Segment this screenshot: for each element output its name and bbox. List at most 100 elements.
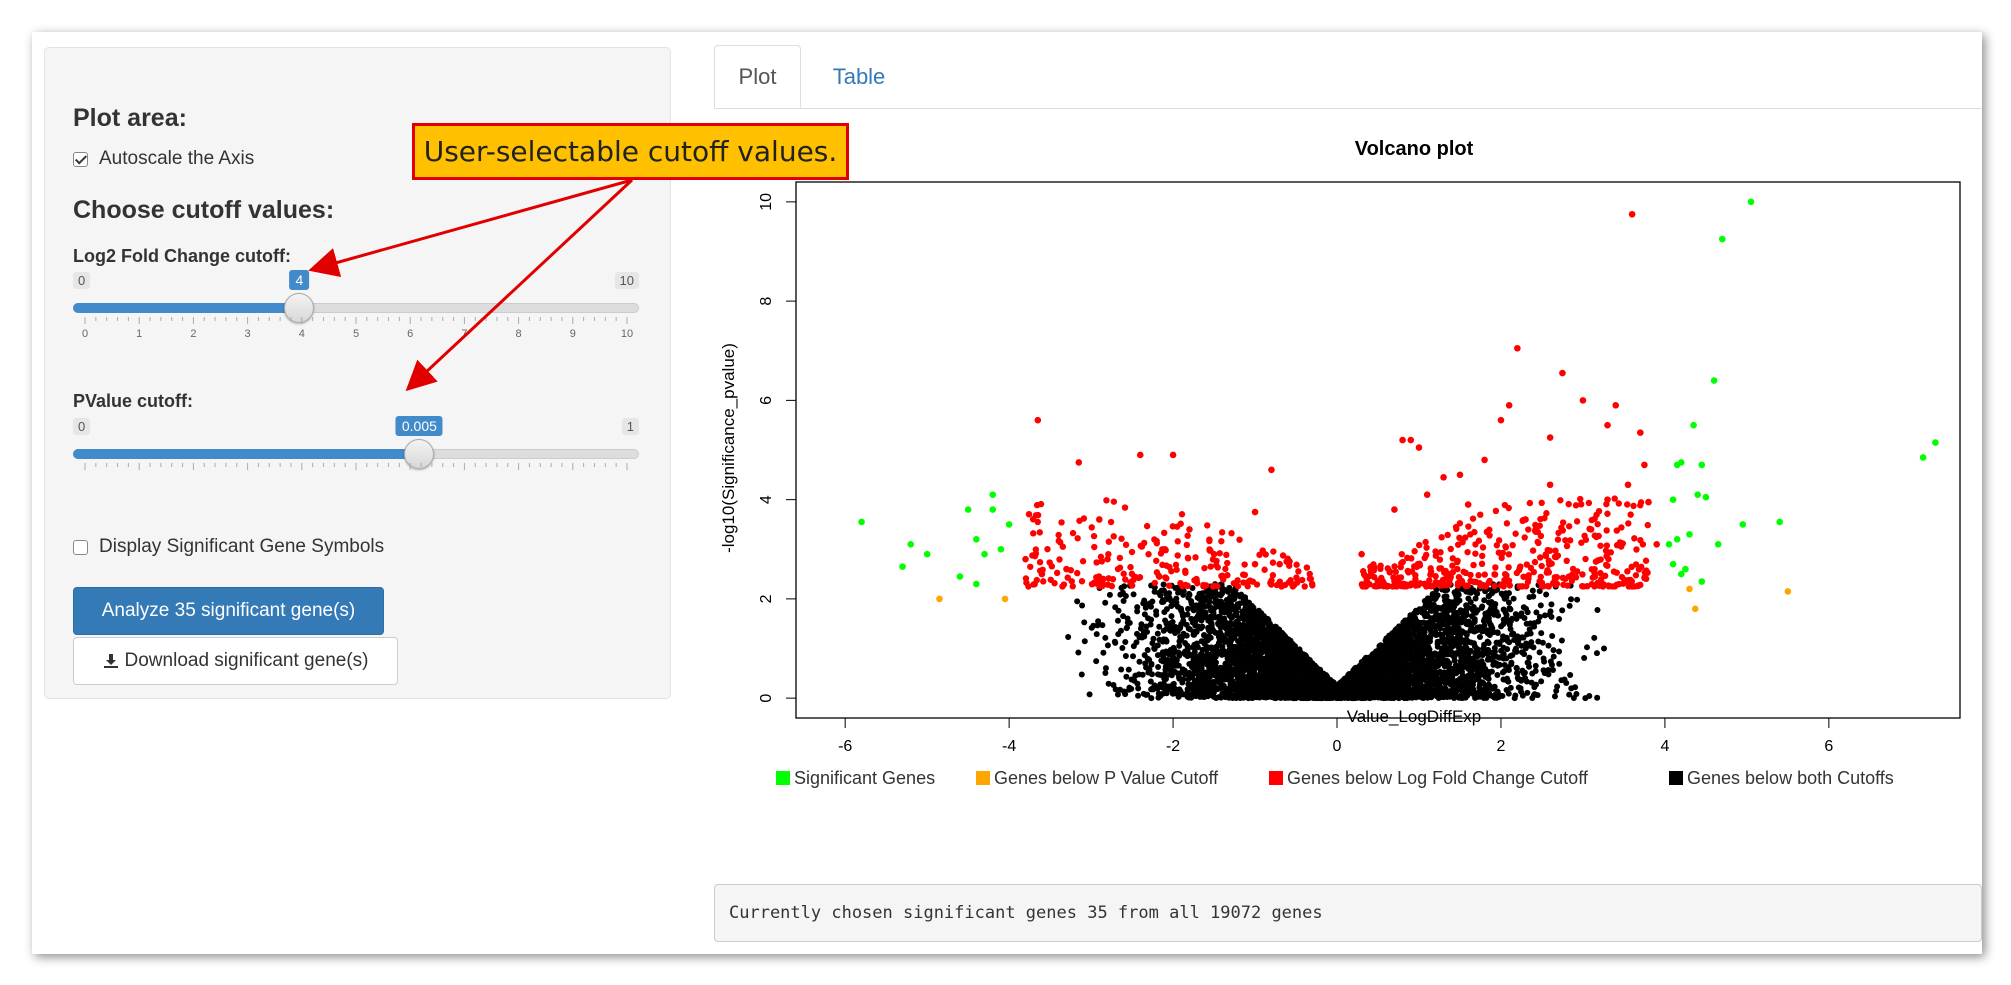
point-both-below <box>1427 597 1434 604</box>
autoscale-checkbox[interactable] <box>73 151 88 167</box>
point-both-below <box>1548 601 1555 608</box>
point-both-below <box>1594 694 1601 701</box>
point-both-below <box>1499 669 1506 676</box>
point-both-below <box>1240 694 1247 701</box>
point-both-below <box>1114 617 1121 624</box>
point-both-below <box>1586 693 1593 700</box>
point-both-below <box>1141 652 1148 659</box>
point-both-below <box>1251 666 1258 673</box>
point-both-below <box>1208 620 1215 627</box>
point-both-below <box>1542 612 1549 619</box>
point-both-below <box>1224 587 1231 594</box>
point-both-below <box>1503 687 1510 694</box>
slider-tick-label: 7 <box>461 328 467 340</box>
point-both-below <box>1550 647 1557 654</box>
point-both-below <box>1242 641 1249 648</box>
point-both-below <box>1556 660 1563 667</box>
gene-symbols-checkbox[interactable] <box>73 539 88 555</box>
logfc-value-badge: 4 <box>289 270 310 290</box>
point-both-below <box>1181 649 1188 656</box>
point-both-below <box>1438 605 1445 612</box>
point-both-below <box>1463 602 1470 609</box>
point-both-below <box>1493 639 1500 646</box>
point-both-below <box>1194 603 1201 610</box>
slider-tick-label: 0 <box>82 328 88 340</box>
point-both-below <box>1199 590 1206 597</box>
point-both-below <box>1529 670 1536 677</box>
point-both-below <box>1123 625 1130 632</box>
pvalue-value-badge: 0.005 <box>395 416 443 436</box>
plot-area-heading: Plot area: <box>73 104 187 132</box>
point-both-below <box>1591 634 1598 641</box>
slider-tick-label: 8 <box>516 328 522 340</box>
logfc-slider[interactable]: 0 10 4 0 1 2 3 4 5 6 7 8 9 10 <box>73 270 639 362</box>
point-both-below <box>1507 652 1514 659</box>
point-both-below <box>1231 612 1238 619</box>
point-both-below <box>1444 657 1451 664</box>
point-both-below <box>1556 648 1563 655</box>
point-both-below <box>1100 649 1107 656</box>
slider-tick-label: 6 <box>407 328 413 340</box>
point-both-below <box>1201 640 1208 647</box>
point-both-below <box>1465 595 1472 602</box>
point-both-below <box>1541 658 1548 665</box>
gene-symbols-checkbox-row[interactable]: Display Significant Gene Symbols <box>73 536 384 558</box>
point-both-below <box>1128 685 1135 692</box>
download-button[interactable]: Download significant gene(s) <box>73 637 398 685</box>
plot-area: -6 -4 -2 0 2 4 60246810 <box>758 181 1961 755</box>
point-both-below <box>1079 602 1086 609</box>
point-both-below <box>1151 682 1158 689</box>
pvalue-slider[interactable]: 0 1 0.005 <box>73 416 639 508</box>
point-both-below <box>1417 607 1424 614</box>
point-both-below <box>1134 680 1141 687</box>
point-both-below <box>1212 663 1219 670</box>
point-both-below <box>1461 657 1468 664</box>
point-both-below <box>1123 673 1130 680</box>
point-both-below <box>1583 644 1590 651</box>
slider-tick-label: 1 <box>136 328 142 340</box>
point-both-below <box>1088 624 1095 631</box>
point-both-below <box>1559 607 1566 614</box>
point-both-below <box>1154 630 1161 637</box>
point-both-below <box>1485 640 1492 647</box>
download-button-label: Download significant gene(s) <box>124 650 369 671</box>
point-both-below <box>1494 672 1501 679</box>
point-both-below <box>1215 639 1222 646</box>
slider-tick-label: 9 <box>570 328 576 340</box>
point-both-below <box>1164 657 1171 664</box>
point-both-below <box>1086 691 1093 698</box>
point-both-below <box>1185 605 1192 612</box>
point-both-below <box>1214 591 1221 598</box>
tab-plot[interactable]: Plot <box>714 45 801 108</box>
autoscale-checkbox-row[interactable]: Autoscale the Axis <box>73 148 254 170</box>
point-both-below <box>1431 671 1438 678</box>
point-both-below <box>1117 591 1124 598</box>
point-both-below <box>1568 596 1575 603</box>
analyze-button[interactable]: Analyze 35 significant gene(s) <box>73 587 384 635</box>
slider-tick-label: 5 <box>353 328 359 340</box>
point-both-below <box>1231 634 1238 641</box>
slider-tick-label: 2 <box>190 328 196 340</box>
pvalue-label: PValue cutoff: <box>73 391 194 411</box>
point-both-below <box>1529 587 1536 594</box>
point-both-below <box>1503 594 1510 601</box>
point-both-below <box>1522 675 1529 682</box>
point-both-below <box>1143 623 1150 630</box>
point-both-below <box>1385 653 1392 660</box>
point-both-below <box>1154 671 1161 678</box>
point-both-below <box>1520 634 1527 641</box>
point-both-below <box>1130 591 1137 598</box>
point-both-below <box>1458 692 1465 699</box>
point-both-below <box>1186 693 1193 700</box>
point-both-below <box>1581 655 1588 662</box>
point-both-below <box>1498 647 1505 654</box>
point-both-below <box>1513 665 1520 672</box>
tab-table[interactable]: Table <box>814 45 904 108</box>
point-both-below <box>1511 695 1518 702</box>
point-both-below <box>1550 653 1557 660</box>
point-both-below <box>1227 619 1234 626</box>
point-both-below <box>1160 581 1167 588</box>
point-both-below <box>1434 638 1441 645</box>
point-both-below <box>1178 621 1185 628</box>
point-both-below <box>1307 660 1314 667</box>
